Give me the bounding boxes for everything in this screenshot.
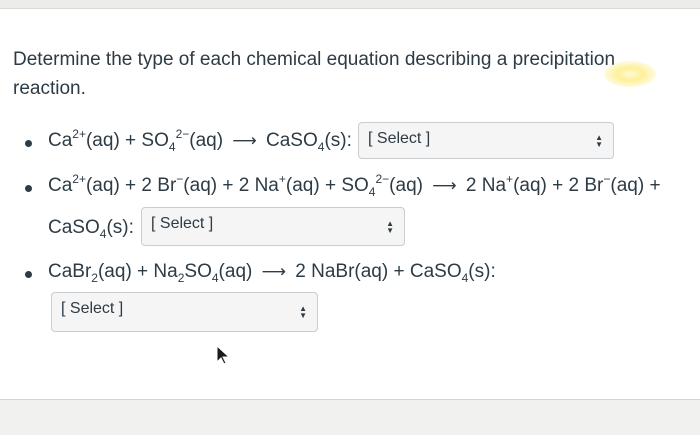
equation-3: CaBr2(aq) + Na2SO4(aq) ⟶ 2 NaBr(aq) + Ca… xyxy=(48,261,496,285)
bullet-3 xyxy=(25,271,32,278)
select-dropdown-2[interactable]: [ Select ] ▲ ▼ xyxy=(141,207,405,246)
equation-2-line1: Ca2+(aq) + 2 Br−(aq) + 2 Na+(aq) + SO42−… xyxy=(48,171,661,199)
select-label: [ Select ] xyxy=(61,300,124,317)
reaction-arrow-icon: ⟶ xyxy=(261,262,286,281)
sort-arrows-icon: ▲ ▼ xyxy=(299,304,307,320)
select-label: [ Select ] xyxy=(368,130,431,147)
screen-glare xyxy=(604,61,656,87)
reaction-arrow-icon: ⟶ xyxy=(432,176,457,195)
sort-arrows-icon: ▲ ▼ xyxy=(386,218,394,235)
question-prompt: Determine the type of each chemical equa… xyxy=(13,49,616,99)
bullet-2 xyxy=(25,185,32,192)
mouse-cursor-icon xyxy=(216,345,231,365)
equation-1: Ca2+(aq) + SO42−(aq) ⟶ CaSO4(s): xyxy=(48,126,352,154)
select-dropdown-1[interactable]: [ Select ] ▲ ▼ xyxy=(358,122,614,159)
footer-band xyxy=(0,400,700,435)
select-label: [ Select ] xyxy=(151,215,214,232)
equation-2-line2: CaSO4(s): xyxy=(48,217,134,241)
top-divider xyxy=(0,0,700,9)
reaction-arrow-icon: ⟶ xyxy=(232,131,257,150)
bullet-1 xyxy=(25,140,32,147)
select-dropdown-3[interactable]: [ Select ] ▲ ▼ xyxy=(51,292,318,332)
sort-arrows-icon: ▲ ▼ xyxy=(595,132,603,149)
